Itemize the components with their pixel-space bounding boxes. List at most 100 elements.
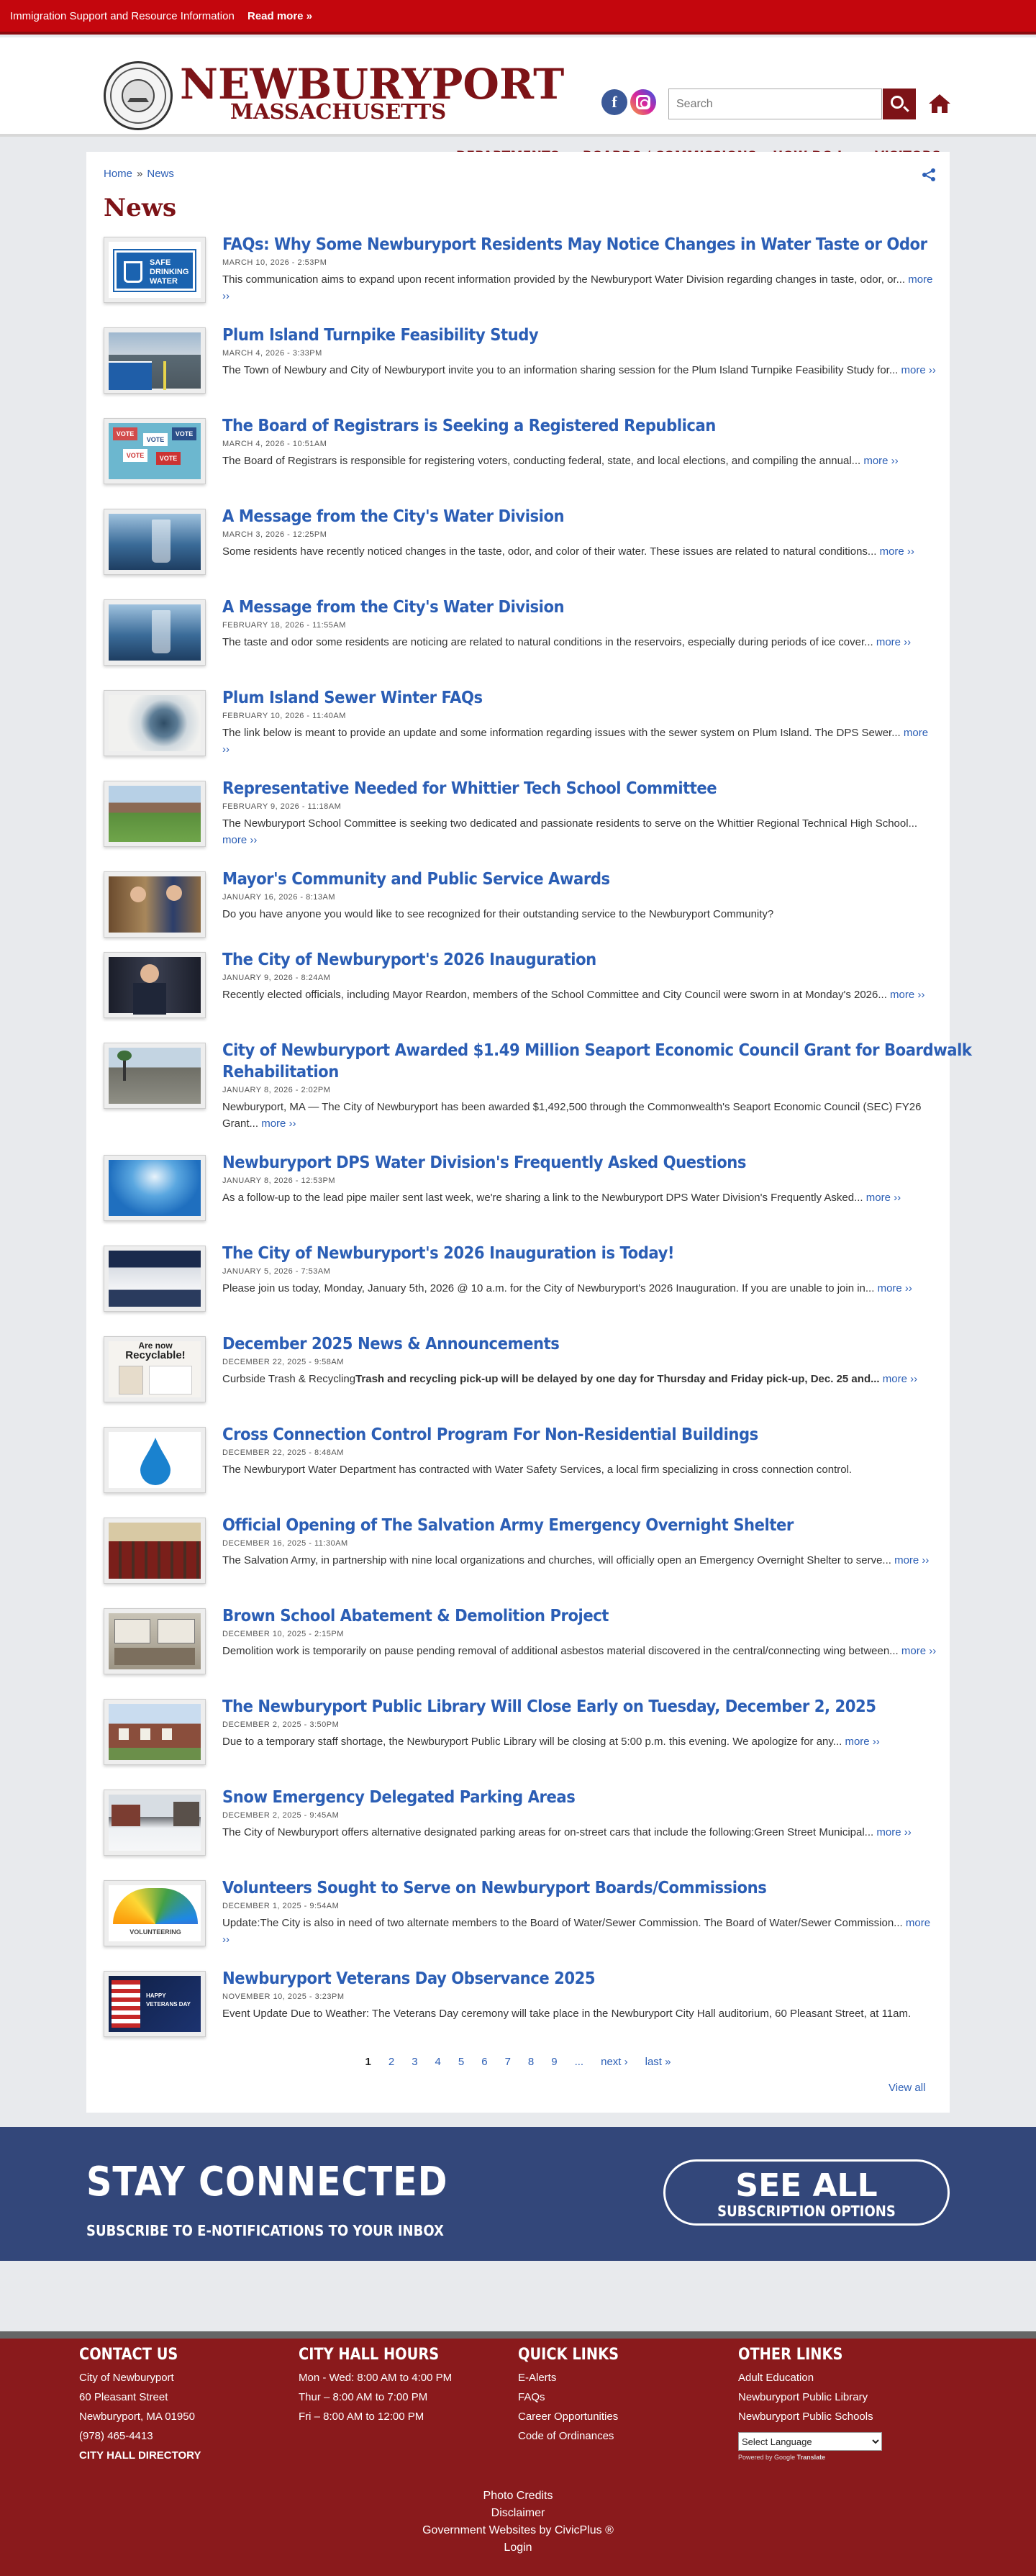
breadcrumb-news[interactable]: News [147, 168, 174, 180]
city-seal-icon[interactable] [104, 61, 173, 130]
news-thumbnail[interactable] [104, 1155, 206, 1221]
facebook-icon[interactable]: f [601, 89, 627, 115]
news-title[interactable]: Mayor's Community and Public Service Awa… [222, 869, 957, 890]
news-thumbnail[interactable] [104, 1790, 206, 1856]
more-link[interactable]: more ›› [901, 1645, 936, 1657]
more-link[interactable]: more ›› [222, 834, 257, 846]
news-date: FEBRUARY 18, 2026 - 11:55AM [222, 621, 346, 630]
news-title[interactable]: Brown School Abatement & Demolition Proj… [222, 1605, 957, 1627]
more-link[interactable]: more ›› [845, 1736, 879, 1748]
search-button[interactable] [883, 89, 916, 119]
alert-text: Immigration Support and Resource Informa… [10, 10, 235, 22]
more-link[interactable]: more ›› [894, 1554, 929, 1566]
photo-credits-link[interactable]: Photo Credits [0, 2490, 1036, 2503]
news-thumbnail[interactable] [104, 1427, 206, 1493]
news-title[interactable]: The City of Newburyport's 2026 Inaugurat… [222, 1243, 957, 1264]
public-schools-link[interactable]: Newburyport Public Schools [738, 2407, 882, 2426]
more-link[interactable]: more ›› [866, 1192, 901, 1204]
alert-read-more-link[interactable]: Read more » [247, 10, 312, 22]
news-title[interactable]: December 2025 News & Announcements [222, 1333, 957, 1355]
page-9[interactable]: 9 [551, 2056, 557, 2068]
news-title[interactable]: FAQs: Why Some Newburyport Residents May… [222, 234, 957, 255]
news-title[interactable]: The Newburyport Public Library Will Clos… [222, 1696, 957, 1718]
news-item: Representative Needed for Whittier Tech … [104, 779, 938, 867]
news-title[interactable]: Newburyport Veterans Day Observance 2025 [222, 1968, 957, 1990]
instagram-icon[interactable] [630, 89, 656, 115]
news-date: NOVEMBER 10, 2025 - 3:23PM [222, 1992, 345, 2001]
logo-subtitle[interactable]: MASSACHUSETTS [230, 99, 446, 124]
faqs-link[interactable]: FAQs [518, 2387, 632, 2407]
disclaimer-link[interactable]: Disclaimer [0, 2507, 1036, 2520]
more-link[interactable]: more ›› [876, 1826, 911, 1838]
news-title[interactable]: City of Newburyport Awarded $1.49 Millio… [222, 1040, 972, 1061]
news-title[interactable]: A Message from the City's Water Division [222, 597, 957, 618]
last-page-link[interactable]: last » [645, 2056, 671, 2068]
page-2[interactable]: 2 [388, 2056, 394, 2068]
news-title[interactable]: Cross Connection Control Program For Non… [222, 1424, 957, 1446]
news-thumbnail[interactable] [104, 1518, 206, 1584]
page-8[interactable]: 8 [528, 2056, 534, 2068]
news-thumbnail[interactable] [104, 871, 206, 938]
view-all-link[interactable]: View all [889, 2082, 925, 2094]
more-link[interactable]: more ›› [883, 1373, 917, 1385]
news-thumbnail[interactable] [104, 327, 206, 394]
news-title[interactable]: The City of Newburyport's 2026 Inaugurat… [222, 949, 957, 971]
career-opportunities-link[interactable]: Career Opportunities [518, 2407, 632, 2426]
news-title-continued[interactable]: Rehabilitation [222, 1061, 957, 1083]
news-description: The link below is meant to provide an up… [222, 727, 929, 756]
language-select[interactable]: Select Language [738, 2432, 882, 2451]
news-title[interactable]: Representative Needed for Whittier Tech … [222, 778, 957, 799]
more-link[interactable]: more ›› [890, 989, 924, 1001]
news-thumbnail[interactable]: VOTE VOTE VOTE VOTE VOTE [104, 418, 206, 484]
news-title[interactable]: The Board of Registrars is Seeking a Reg… [222, 415, 957, 437]
news-thumbnail[interactable] [104, 1608, 206, 1674]
page-1[interactable]: 1 [365, 2056, 371, 2068]
news-thumbnail[interactable] [104, 1699, 206, 1765]
news-thumbnail[interactable] [104, 599, 206, 666]
adult-education-link[interactable]: Adult Education [738, 2368, 882, 2387]
more-link[interactable]: more ›› [876, 636, 911, 648]
page-3[interactable]: 3 [412, 2056, 417, 2068]
news-thumbnail[interactable] [104, 690, 206, 756]
breadcrumb-home[interactable]: Home [104, 168, 132, 180]
news-thumbnail[interactable] [104, 781, 206, 847]
news-thumbnail[interactable] [104, 1246, 206, 1312]
news-title[interactable]: Plum Island Sewer Winter FAQs [222, 687, 957, 709]
page-7[interactable]: 7 [505, 2056, 511, 2068]
page-6[interactable]: 6 [481, 2056, 487, 2068]
share-icon[interactable] [921, 168, 937, 182]
more-link[interactable]: more ›› [863, 455, 898, 467]
see-all-subscriptions-button[interactable]: SEE ALL SUBSCRIPTION OPTIONS [663, 2159, 950, 2226]
news-title[interactable]: Volunteers Sought to Serve on Newburypor… [222, 1877, 957, 1899]
news-description: Update:The City is also in need of two a… [222, 1917, 931, 1946]
news-thumbnail[interactable]: HAPPY VETERANS DAY [104, 1971, 206, 2037]
news-thumbnail[interactable]: VOLUNTEERING [104, 1880, 206, 1946]
page-4[interactable]: 4 [435, 2056, 441, 2068]
news-title[interactable]: A Message from the City's Water Division [222, 506, 957, 527]
home-icon[interactable] [928, 92, 951, 115]
news-thumbnail[interactable] [104, 509, 206, 575]
news-title[interactable]: Snow Emergency Delegated Parking Areas [222, 1787, 957, 1808]
news-thumbnail[interactable]: SAFE DRINKING WATER [104, 237, 206, 303]
code-of-ordinances-link[interactable]: Code of Ordinances [518, 2426, 632, 2446]
more-link[interactable]: more ›› [880, 545, 914, 558]
news-title[interactable]: Plum Island Turnpike Feasibility Study [222, 325, 957, 346]
city-hall-directory-link[interactable]: CITY HALL DIRECTORY [79, 2446, 201, 2465]
more-link[interactable]: more ›› [878, 1282, 912, 1294]
next-page-link[interactable]: next › [601, 2056, 628, 2068]
public-library-link[interactable]: Newburyport Public Library [738, 2387, 882, 2407]
news-thumbnail[interactable]: Are now Recyclable! [104, 1336, 206, 1402]
news-thumbnail[interactable] [104, 1043, 206, 1109]
page-5[interactable]: 5 [458, 2056, 464, 2068]
civicplus-link[interactable]: Government Websites by CivicPlus ® [0, 2524, 1036, 2537]
news-date: DECEMBER 10, 2025 - 2:15PM [222, 1630, 344, 1638]
news-description: The Newburyport Water Department has con… [222, 1464, 853, 1476]
more-link[interactable]: more ›› [901, 364, 936, 376]
login-link[interactable]: Login [0, 2541, 1036, 2554]
news-title[interactable]: Official Opening of The Salvation Army E… [222, 1515, 957, 1536]
more-link[interactable]: more ›› [261, 1117, 296, 1130]
e-alerts-link[interactable]: E-Alerts [518, 2368, 632, 2387]
news-thumbnail[interactable] [104, 952, 206, 1018]
news-title[interactable]: Newburyport DPS Water Division's Frequen… [222, 1152, 957, 1174]
search-input[interactable] [668, 89, 882, 119]
